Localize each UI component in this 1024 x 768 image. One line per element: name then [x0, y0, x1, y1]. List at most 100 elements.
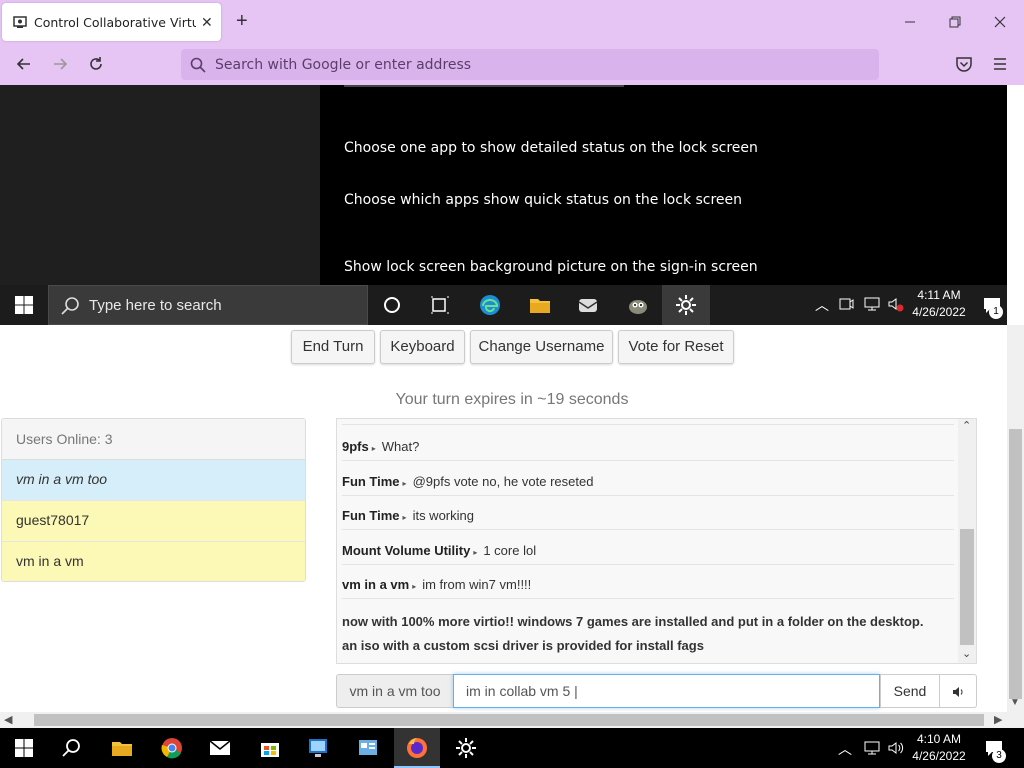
vm-setting-line: Choose which apps show quick status on t… [344, 192, 743, 208]
control-panel-icon[interactable] [356, 736, 380, 760]
system-message-line: an iso with a custom scsi driver is prov… [342, 638, 704, 653]
windows-start-icon[interactable] [12, 293, 36, 317]
chat-text: im from win7 vm!!!! [422, 577, 532, 592]
arrow-right-icon: ▸ [402, 513, 407, 522]
network-icon[interactable] [862, 294, 882, 314]
gimp-icon[interactable] [626, 293, 650, 317]
back-icon[interactable] [14, 54, 34, 74]
search-icon [61, 297, 79, 315]
page-vertical-scrollbar[interactable]: ▼ [1007, 325, 1024, 712]
scroll-right-arrow-icon[interactable]: ▶ [994, 713, 1002, 726]
chrome-icon[interactable] [160, 736, 184, 760]
network-icon[interactable] [862, 738, 882, 758]
tab-title: Control Collaborative Virtual Machine [34, 15, 196, 30]
restore-window-icon[interactable] [945, 12, 965, 32]
chat-username: Fun Time [342, 474, 400, 489]
tray-chevron-up-icon[interactable]: ︿ [815, 295, 829, 315]
menu-icon[interactable] [990, 54, 1010, 74]
file-explorer-icon[interactable] [110, 736, 134, 760]
meet-now-icon[interactable] [836, 294, 856, 314]
chat-username: 9pfs [342, 439, 369, 454]
send-button[interactable]: Send [880, 674, 940, 708]
chat-input-row: vm in a vm too im in collab vm 5 | Send [336, 674, 977, 708]
remote-desktop-icon[interactable] [306, 736, 330, 760]
search-icon [190, 57, 206, 73]
mail-icon[interactable] [576, 293, 600, 317]
close-tab-icon[interactable]: ✕ [201, 14, 213, 31]
windows-start-icon[interactable] [12, 736, 36, 760]
speaker-icon [953, 686, 963, 697]
page-hscroll-thumb[interactable] [34, 714, 984, 726]
users-online-header: Users Online: 3 [2, 419, 305, 460]
vm-settings-taskbar-item[interactable] [662, 285, 710, 325]
chevron-up-icon[interactable]: ⌃ [962, 419, 971, 432]
browser-tab[interactable]: Control Collaborative Virtual Machine ✕ [2, 3, 221, 41]
arrow-right-icon: ▸ [371, 444, 376, 453]
chat-message: Mount Volume Utility ▸ 1 core lol [342, 543, 954, 565]
chat-message: 9pfs ▸ What? [342, 439, 954, 461]
minimize-window-icon[interactable] [900, 12, 920, 32]
task-view-icon[interactable] [428, 293, 452, 317]
vm-notification-badge: 1 [989, 305, 1003, 319]
volume-icon[interactable] [886, 738, 906, 758]
chat-scrollbar[interactable]: ⌃ ⌄ [958, 419, 976, 663]
vm-divider [344, 85, 624, 87]
keyboard-button[interactable]: Keyboard [380, 330, 465, 364]
chevron-down-icon[interactable]: ⌄ [962, 647, 971, 660]
browser-tab-bar: Control Collaborative Virtual Machine ✕ … [0, 0, 1024, 44]
tray-chevron-up-icon[interactable]: ︿ [838, 739, 852, 759]
vm-clock[interactable]: 4:11 AM 4/26/2022 [906, 287, 972, 321]
pocket-icon[interactable] [954, 54, 974, 74]
chat-panel: 9pfs ▸ What? Fun Time ▸ @9pfs vote no, he vo… [336, 418, 977, 664]
site-favicon [13, 16, 27, 28]
vote-reset-button[interactable]: Vote for Reset [618, 330, 734, 364]
vm-setting-line: Choose one app to show detailed status o… [344, 140, 758, 156]
chat-message: Fun Time ▸ its working [342, 508, 954, 530]
chat-text: @9pfs vote no, he vote reseted [412, 474, 594, 489]
change-username-button[interactable]: Change Username [470, 330, 613, 364]
host-notification-badge: 3 [992, 749, 1006, 763]
chat-username: Fun Time [342, 508, 400, 523]
settings-gear-icon[interactable] [454, 736, 478, 760]
end-turn-button[interactable]: End Turn [291, 330, 375, 364]
url-placeholder: Search with Google or enter address [215, 57, 472, 73]
vm-search-placeholder: Type here to search [89, 297, 222, 314]
vm-settings-sidebar [0, 85, 320, 285]
chat-scroll-thumb[interactable] [960, 529, 974, 645]
volume-button[interactable] [939, 674, 977, 708]
close-window-icon[interactable] [990, 12, 1010, 32]
arrow-right-icon: ▸ [402, 479, 407, 488]
user-list-item[interactable]: vm in a vm [2, 542, 305, 581]
page-scroll-thumb[interactable] [1009, 429, 1022, 699]
firefox-icon [407, 738, 427, 758]
chat-message: vm in a vm ▸ im from win7 vm!!!! [342, 577, 954, 599]
volume-muted-icon[interactable] [886, 294, 906, 314]
user-list-item[interactable]: vm in a vm too [2, 460, 305, 501]
scroll-left-arrow-icon[interactable]: ◀ [4, 713, 12, 726]
chat-message-partial [342, 419, 954, 425]
chat-message: Fun Time ▸ @9pfs vote no, he vote reseted [342, 474, 954, 496]
chat-username: Mount Volume Utility [342, 543, 471, 558]
host-taskbar: ︿ 4:10 AM 4/26/2022 3 [0, 728, 1024, 768]
reload-icon[interactable] [86, 54, 106, 74]
search-icon[interactable] [60, 736, 84, 760]
scroll-down-arrow-icon[interactable]: ▼ [1010, 697, 1020, 708]
arrow-right-icon: ▸ [412, 582, 417, 591]
mail-icon[interactable] [208, 736, 232, 760]
vm-taskbar-search[interactable]: Type here to search [48, 285, 368, 325]
vm-taskbar: Type here to search ︿ 4:11 AM 4/26/2022 … [0, 285, 1007, 325]
page-horizontal-scrollbar[interactable]: ◀ ▶ [0, 712, 1024, 728]
host-clock[interactable]: 4:10 AM 4/26/2022 [906, 731, 972, 765]
new-tab-icon[interactable]: + [236, 10, 248, 33]
chat-message-input[interactable]: im in collab vm 5 | [453, 674, 880, 708]
forward-icon[interactable] [50, 54, 70, 74]
edge-icon[interactable] [478, 293, 502, 317]
vm-setting-line: Show lock screen background picture on t… [344, 259, 758, 275]
url-bar[interactable]: Search with Google or enter address [181, 49, 879, 80]
vm-screen[interactable]: Choose one app to show detailed status o… [0, 85, 1007, 325]
user-list-item[interactable]: guest78017 [2, 501, 305, 542]
file-explorer-icon[interactable] [528, 293, 552, 317]
cortana-icon[interactable] [380, 293, 404, 317]
store-icon[interactable] [258, 736, 282, 760]
firefox-taskbar-item[interactable] [394, 728, 440, 768]
